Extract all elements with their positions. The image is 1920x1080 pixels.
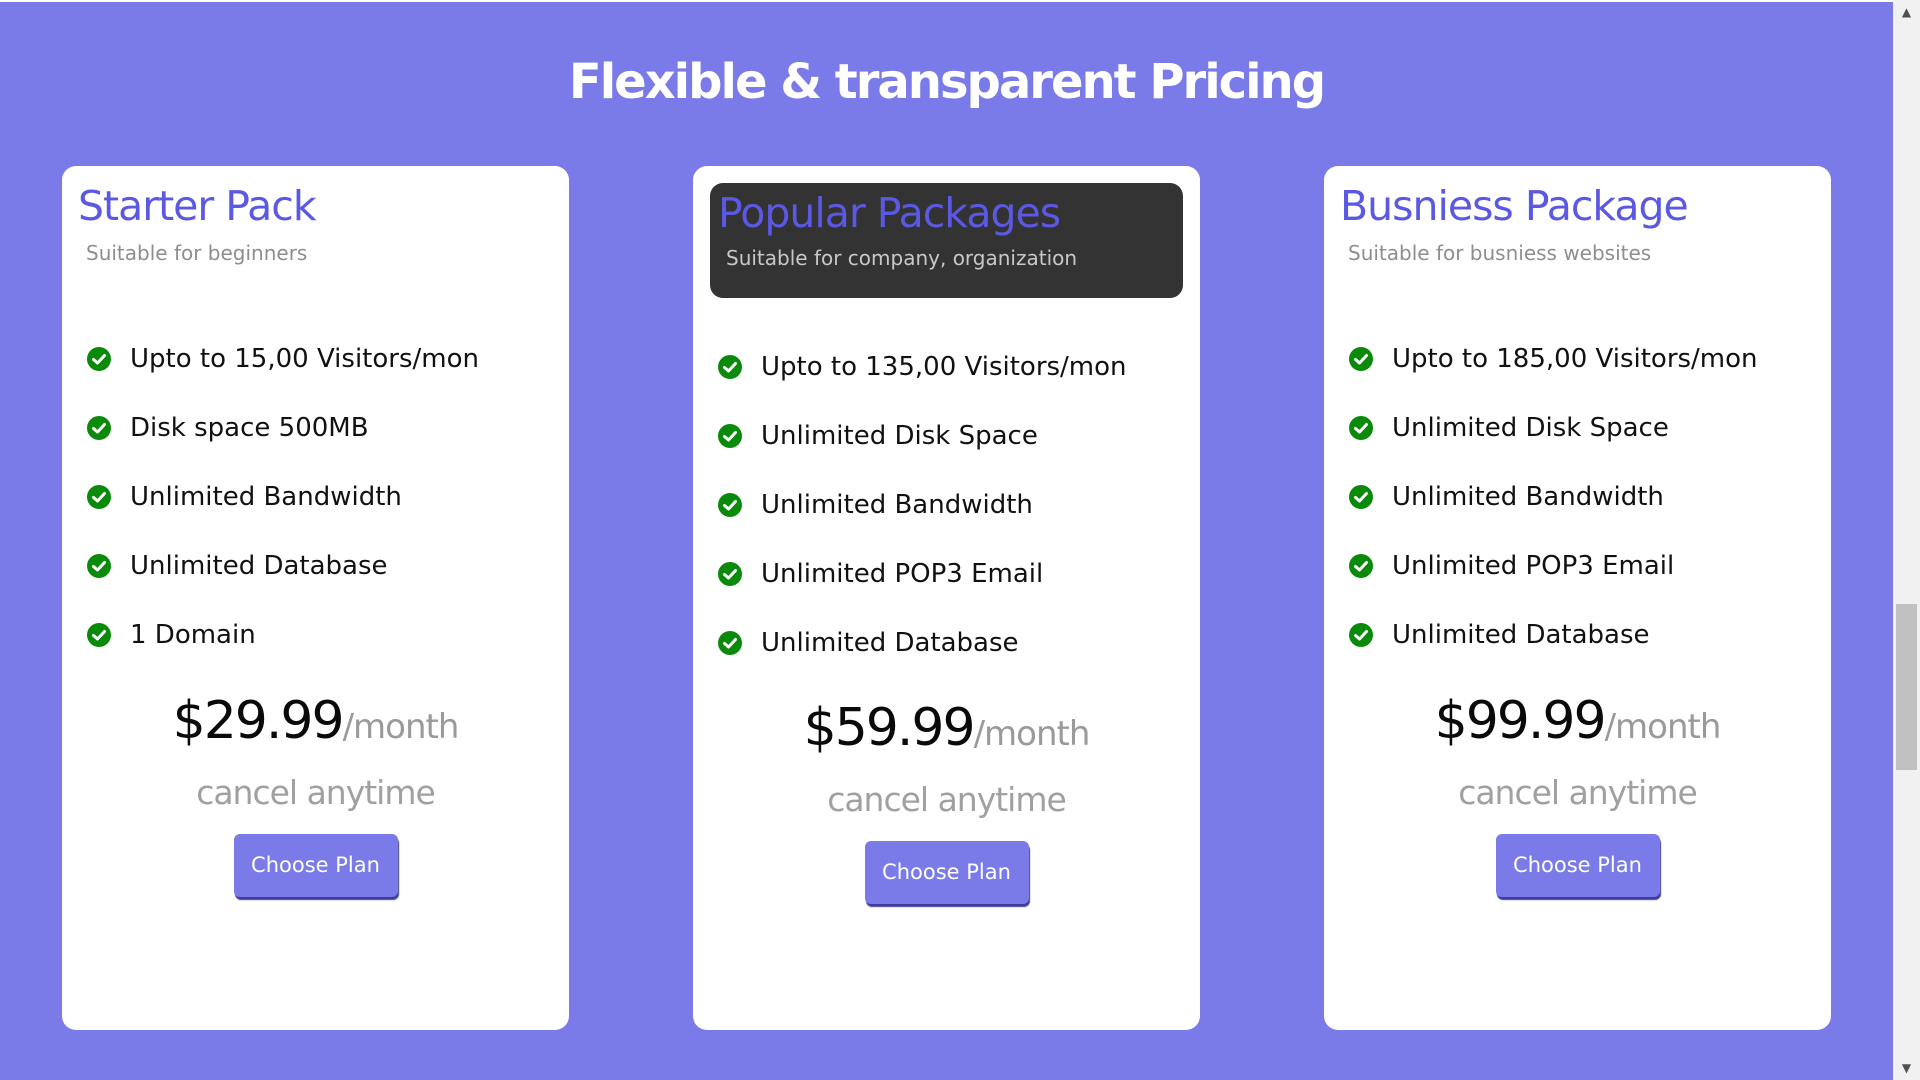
cancel-note: cancel anytime xyxy=(827,780,1067,819)
price-line: $99.99/month xyxy=(1324,691,1831,751)
feature-label: Unlimited Bandwidth xyxy=(130,481,402,512)
pricing-card-starter: Starter Pack Suitable for beginners Upto… xyxy=(62,166,569,1030)
feature-item: Unlimited Database xyxy=(717,608,1127,677)
card-header: Busniess Package Suitable for busniess w… xyxy=(1340,182,1815,266)
feature-label: Unlimited Database xyxy=(1392,619,1650,650)
feature-list: Upto to 185,00 Visitors/mon Unlimited Di… xyxy=(1348,324,1758,669)
price-amount: $29.99 xyxy=(172,691,345,751)
check-circle-icon xyxy=(718,423,742,448)
card-header: Starter Pack Suitable for beginners xyxy=(78,182,553,266)
feature-item: Unlimited POP3 Email xyxy=(1348,531,1758,600)
feature-label: Unlimited Bandwidth xyxy=(1392,481,1664,512)
feature-label: Unlimited Database xyxy=(130,550,388,581)
feature-label: Unlimited Disk Space xyxy=(1392,412,1669,443)
feature-item: Unlimited Database xyxy=(1348,600,1758,669)
feature-label: Unlimited POP3 Email xyxy=(761,558,1044,589)
feature-item: 1 Domain xyxy=(86,600,479,669)
vertical-scrollbar[interactable]: ▲ ▼ xyxy=(1893,0,1920,1080)
chevron-up-icon[interactable]: ▲ xyxy=(1893,2,1920,22)
card-header: Popular Packages Suitable for company, o… xyxy=(710,183,1183,298)
price-line: $59.99/month xyxy=(693,698,1200,758)
feature-item: Unlimited Disk Space xyxy=(717,401,1127,470)
feature-label: Unlimited Database xyxy=(761,627,1019,658)
check-circle-icon xyxy=(718,354,742,379)
feature-label: Disk space 500MB xyxy=(130,412,369,443)
feature-list: Upto to 15,00 Visitors/mon Disk space 50… xyxy=(86,324,479,669)
price-period: /month xyxy=(973,714,1091,754)
choose-plan-button[interactable]: Choose Plan xyxy=(864,841,1029,904)
choose-plan-button[interactable]: Choose Plan xyxy=(1495,834,1660,897)
check-circle-icon xyxy=(1349,346,1373,371)
price-period: /month xyxy=(342,707,460,747)
check-circle-icon xyxy=(87,484,111,509)
cancel-note: cancel anytime xyxy=(196,773,436,812)
feature-label: Upto to 15,00 Visitors/mon xyxy=(130,343,479,374)
check-circle-icon xyxy=(87,415,111,440)
feature-label: Unlimited POP3 Email xyxy=(1392,550,1675,581)
feature-label: Unlimited Disk Space xyxy=(761,420,1038,451)
check-circle-icon xyxy=(87,553,111,578)
price-block: $29.99/month cancel anytime Choose Plan xyxy=(62,691,569,897)
check-circle-icon xyxy=(1349,553,1373,578)
check-circle-icon xyxy=(1349,622,1373,647)
feature-item: Unlimited POP3 Email xyxy=(717,539,1127,608)
check-circle-icon xyxy=(718,561,742,586)
feature-item: Upto to 15,00 Visitors/mon xyxy=(86,324,479,393)
feature-label: 1 Domain xyxy=(130,619,256,650)
feature-item: Disk space 500MB xyxy=(86,393,479,462)
plan-title: Busniess Package xyxy=(1340,182,1689,230)
price-amount: $99.99 xyxy=(1434,691,1607,751)
scrollbar-thumb[interactable] xyxy=(1896,604,1917,770)
price-block: $99.99/month cancel anytime Choose Plan xyxy=(1324,691,1831,897)
plan-subtitle: Suitable for busniess websites xyxy=(1348,241,1652,266)
plan-subtitle: Suitable for company, organization xyxy=(726,246,1078,271)
feature-item: Unlimited Database xyxy=(86,531,479,600)
pricing-card-business: Busniess Package Suitable for busniess w… xyxy=(1324,166,1831,1030)
pricing-section: Flexible & transparent Pricing Starter P… xyxy=(0,0,1893,1080)
price-period: /month xyxy=(1604,707,1722,747)
chevron-down-icon[interactable]: ▼ xyxy=(1893,1058,1920,1078)
check-circle-icon xyxy=(1349,415,1373,440)
feature-label: Unlimited Bandwidth xyxy=(761,489,1033,520)
check-circle-icon xyxy=(1349,484,1373,509)
check-circle-icon xyxy=(718,492,742,517)
plan-subtitle: Suitable for beginners xyxy=(86,241,308,266)
feature-item: Unlimited Bandwidth xyxy=(717,470,1127,539)
check-circle-icon xyxy=(87,346,111,371)
price-line: $29.99/month xyxy=(62,691,569,751)
feature-label: Upto to 135,00 Visitors/mon xyxy=(761,351,1127,382)
feature-item: Unlimited Bandwidth xyxy=(1348,462,1758,531)
feature-item: Upto to 135,00 Visitors/mon xyxy=(717,332,1127,401)
feature-list: Upto to 135,00 Visitors/mon Unlimited Di… xyxy=(717,332,1127,677)
plan-title: Popular Packages xyxy=(718,189,1061,237)
cancel-note: cancel anytime xyxy=(1458,773,1698,812)
price-block: $59.99/month cancel anytime Choose Plan xyxy=(693,698,1200,904)
check-circle-icon xyxy=(87,622,111,647)
check-circle-icon xyxy=(718,630,742,655)
feature-item: Unlimited Bandwidth xyxy=(86,462,479,531)
choose-plan-button[interactable]: Choose Plan xyxy=(233,834,398,897)
feature-label: Upto to 185,00 Visitors/mon xyxy=(1392,343,1758,374)
pricing-card-popular: Popular Packages Suitable for company, o… xyxy=(693,166,1200,1030)
page-title: Flexible & transparent Pricing xyxy=(568,54,1326,110)
feature-item: Unlimited Disk Space xyxy=(1348,393,1758,462)
price-amount: $59.99 xyxy=(803,698,976,758)
plan-title: Starter Pack xyxy=(78,182,317,230)
feature-item: Upto to 185,00 Visitors/mon xyxy=(1348,324,1758,393)
